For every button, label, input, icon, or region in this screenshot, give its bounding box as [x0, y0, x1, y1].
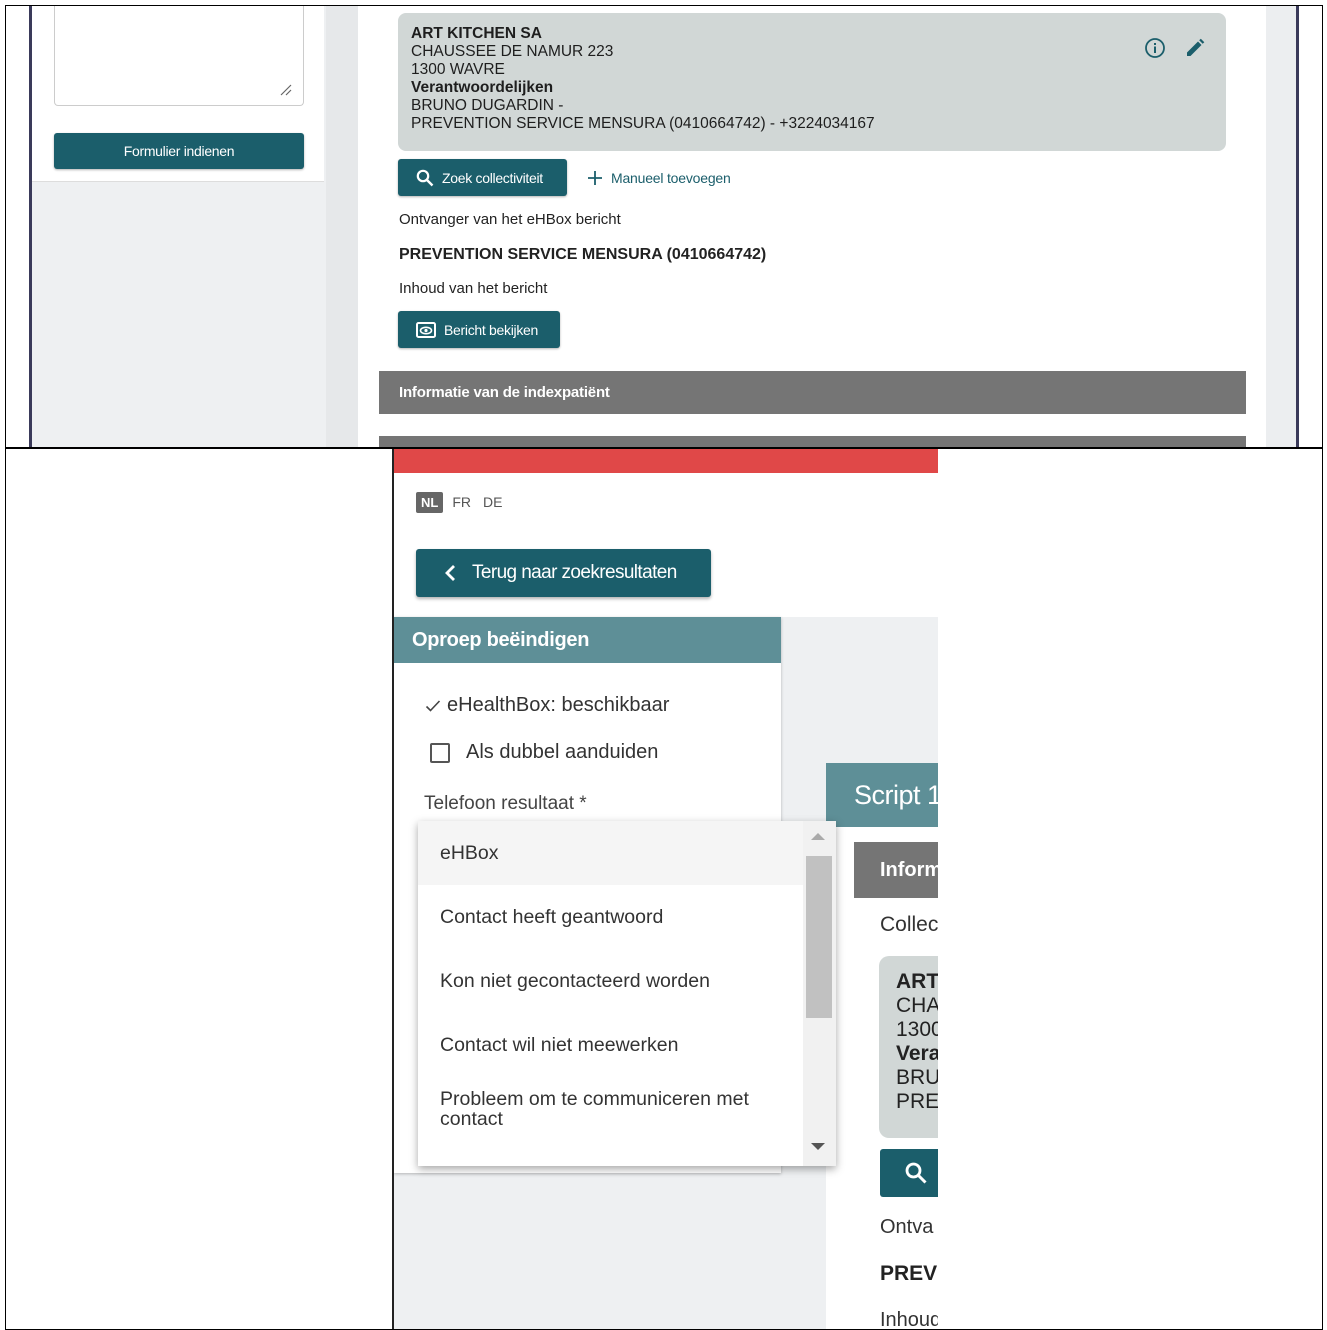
dropdown-option-ehbox[interactable]: eHBox [418, 821, 803, 885]
prevention-service: PREVENTION SERVICE MENSURA (0410664742) … [411, 115, 875, 132]
right-border [1296, 6, 1299, 447]
script-header[interactable]: Script 1 [826, 763, 938, 827]
mark-double-label: Als dubbel aanduiden [466, 741, 659, 763]
dropdown-option-unreachable[interactable]: Kon niet gecontacteerd worden [418, 949, 803, 1013]
bottom-panel: NL FR DE Terug naar zoekresultaten Scrip… [6, 449, 1322, 1330]
responsible-heading-partial: Vera [896, 1042, 938, 1065]
collectivity-label: Collec [880, 913, 938, 936]
manual-add-link[interactable]: Manueel toevoegen [587, 166, 731, 190]
company-name-partial: ART [896, 970, 938, 993]
language-switcher: NL FR DE [416, 491, 505, 513]
back-label: Terug naar zoekresultaten [472, 562, 677, 583]
phone-result-label: Telefoon resultaat * [424, 793, 587, 814]
recipient-label: Ontvanger van het eHBox bericht [399, 211, 621, 228]
dropdown-scrollbar-thumb[interactable] [806, 856, 832, 1018]
recipient-value-partial: PREV [880, 1262, 938, 1285]
recipient-label-partial: Ontva [880, 1216, 934, 1238]
collectivity-address-card-partial: ART CHA 1300 Vera BRU PRE [879, 956, 938, 1138]
top-red-bar [394, 449, 938, 473]
phone-result-dropdown[interactable]: eHBox Contact heeft geantwoord Kon niet … [418, 821, 836, 1166]
view-message-label: Bericht bekijken [444, 321, 539, 338]
ehealthbox-status: eHealthBox: beschikbaar [425, 694, 669, 717]
resize-handle-icon[interactable] [278, 82, 292, 96]
info-section-header[interactable]: Inform [854, 842, 938, 898]
company-name: ART KITCHEN SA [411, 25, 542, 42]
responsible-person-partial: BRU [896, 1066, 938, 1089]
right-gap [1266, 6, 1298, 447]
search-icon [905, 1162, 927, 1184]
responsible-person: BRUNO DUGARDIN - [411, 97, 564, 114]
mark-double-checkbox[interactable] [430, 742, 450, 763]
eye-icon [416, 321, 436, 338]
content-label: Inhoud van het bericht [399, 280, 548, 297]
mark-double-option[interactable]: Als dubbel aanduiden [430, 741, 658, 764]
ehealthbox-status-text: eHealthBox: beschikbaar [447, 694, 670, 716]
scroll-up-arrow-icon[interactable] [811, 833, 825, 840]
screenshot-frame: Formulier indienen ART KITCHEN SA CHAUSS… [5, 5, 1323, 1330]
collectivity-address-card: ART KITCHEN SA CHAUSSEE DE NAMUR 223 130… [398, 13, 1226, 151]
search-collectivity-button-partial[interactable] [880, 1149, 938, 1197]
search-icon [416, 169, 434, 186]
view-message-button[interactable]: Bericht bekijken [398, 311, 560, 348]
search-collectivity-label: Zoek collectiviteit [442, 169, 543, 186]
language-nl[interactable]: NL [416, 491, 444, 513]
plus-icon [588, 171, 602, 185]
top-panel: Formulier indienen ART KITCHEN SA CHAUSS… [6, 6, 1322, 447]
submit-form-button[interactable]: Formulier indienen [54, 133, 304, 169]
pencil-icon[interactable] [1184, 37, 1206, 59]
company-city-partial: 1300 [896, 1018, 938, 1041]
search-collectivity-button[interactable]: Zoek collectiviteit [398, 159, 567, 196]
responsible-heading: Verantwoordelijken [411, 79, 554, 96]
section-header-index-patient[interactable]: Informatie van de indexpatiënt [379, 371, 1246, 414]
dropdown-option-refuses[interactable]: Contact wil niet meewerken [418, 1013, 803, 1077]
next-section-header[interactable] [379, 436, 1246, 447]
prevention-service-partial: PRE [896, 1090, 938, 1113]
back-to-results-button[interactable]: Terug naar zoekresultaten [416, 549, 711, 597]
end-call-title: Oproep beëindigen [394, 617, 781, 663]
language-de[interactable]: DE [480, 491, 505, 513]
company-street-partial: CHA [896, 994, 938, 1017]
comment-textarea[interactable] [54, 6, 304, 106]
chevron-left-icon [445, 565, 455, 581]
check-icon [425, 699, 441, 712]
mobile-viewport: NL FR DE Terug naar zoekresultaten Scrip… [394, 473, 938, 1330]
column-gap [326, 6, 358, 447]
info-icon[interactable] [1144, 37, 1166, 59]
dropdown-option-answered[interactable]: Contact heeft geantwoord [418, 885, 803, 949]
content-label-partial: Inhoud [880, 1309, 938, 1330]
company-street: CHAUSSEE DE NAMUR 223 [411, 43, 614, 60]
manual-add-label: Manueel toevoegen [611, 170, 731, 186]
recipient-value: PREVENTION SERVICE MENSURA (0410664742) [399, 246, 767, 263]
company-city: 1300 WAVRE [411, 61, 505, 78]
dropdown-option-communication-problem[interactable]: Probleem om te communiceren met contact [418, 1077, 803, 1141]
scroll-down-arrow-icon[interactable] [811, 1143, 825, 1150]
language-fr[interactable]: FR [449, 491, 474, 513]
